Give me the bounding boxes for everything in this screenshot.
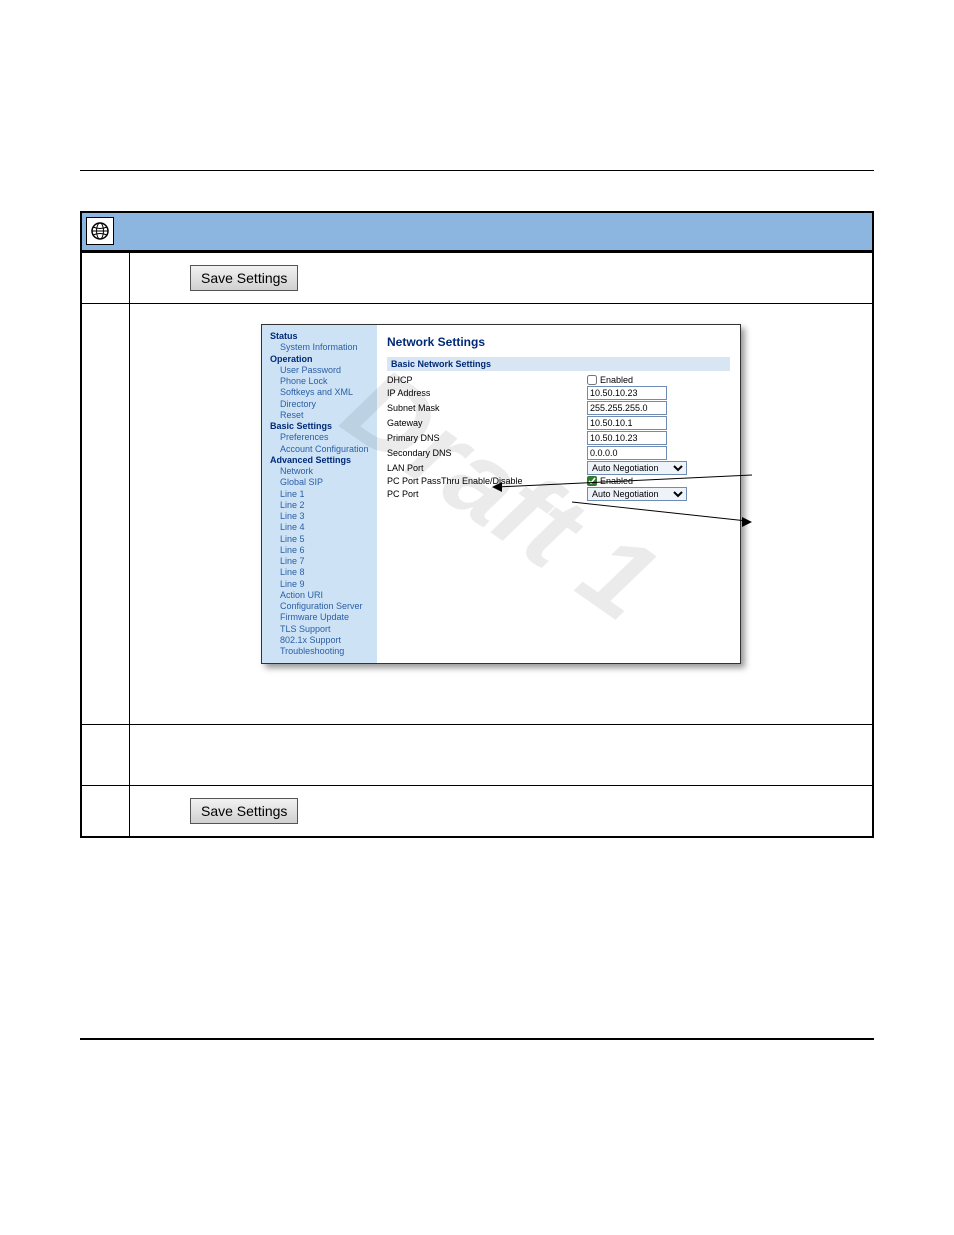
row-sdns: Secondary DNS	[387, 446, 730, 460]
save-button[interactable]: Save Settings	[190, 265, 298, 291]
sidebar-item-firmware-update[interactable]: Firmware Update	[270, 612, 373, 623]
sdns-label: Secondary DNS	[387, 448, 587, 458]
lan-select[interactable]: Auto Negotiation	[587, 461, 687, 475]
sidebar-item-8021x-support[interactable]: 802.1x Support	[270, 635, 373, 646]
lan-label: LAN Port	[387, 463, 587, 473]
sidebar-head-advanced: Advanced Settings	[270, 455, 373, 466]
steps-table: Save Settings Draft 1 Status System Info…	[80, 211, 874, 838]
dhcp-checkbox[interactable]	[587, 375, 597, 385]
sdns-input[interactable]	[587, 446, 667, 460]
sidebar-item-line-8[interactable]: Line 8	[270, 567, 373, 578]
content-pane: Network Settings Basic Network Settings …	[377, 325, 740, 663]
step-row: Save Settings	[82, 252, 872, 303]
row-ip: IP Address	[387, 386, 730, 400]
globe-icon	[86, 217, 114, 245]
sidebar-item-network[interactable]: Network	[270, 466, 373, 477]
sidebar-item-global-sip[interactable]: Global SIP	[270, 477, 373, 488]
sidebar-item-tls-support[interactable]: TLS Support	[270, 624, 373, 635]
pdns-input[interactable]	[587, 431, 667, 445]
gateway-input[interactable]	[587, 416, 667, 430]
admin-window: Draft 1 Status System Information Operat…	[261, 324, 741, 664]
row-dhcp: DHCP Enabled	[387, 375, 730, 385]
subsection-head: Basic Network Settings	[387, 357, 730, 371]
pcpass-enabled-label: Enabled	[600, 476, 633, 486]
row-pcpass: PC Port PassThru Enable/Disable Enabled	[387, 476, 730, 486]
sidebar-item-line-6[interactable]: Line 6	[270, 545, 373, 556]
subnet-label: Subnet Mask	[387, 403, 587, 413]
ip-input[interactable]	[587, 386, 667, 400]
subnet-input[interactable]	[587, 401, 667, 415]
sidebar-item-line-1[interactable]: Line 1	[270, 489, 373, 500]
pcpass-label: PC Port PassThru Enable/Disable	[387, 476, 587, 486]
row-lan: LAN Port Auto Negotiation	[387, 461, 730, 475]
sidebar-item-user-password[interactable]: User Password	[270, 365, 373, 376]
ip-label: IP Address	[387, 388, 587, 398]
header-bar	[82, 213, 872, 252]
sidebar-item-line-3[interactable]: Line 3	[270, 511, 373, 522]
dhcp-label: DHCP	[387, 375, 587, 385]
sidebar-item-preferences[interactable]: Preferences	[270, 432, 373, 443]
step-row: Draft 1 Status System Information Operat…	[82, 303, 872, 724]
sidebar-item-line-2[interactable]: Line 2	[270, 500, 373, 511]
save-button[interactable]: Save Settings	[190, 798, 298, 824]
sidebar-item-directory[interactable]: Directory	[270, 399, 373, 410]
step-row: Save Settings	[82, 785, 872, 836]
row-pcport: PC Port Auto Negotiation	[387, 487, 730, 501]
sidebar-item-reset[interactable]: Reset	[270, 410, 373, 421]
row-gateway: Gateway	[387, 416, 730, 430]
annotation-arrow-bottom	[572, 497, 752, 527]
pcport-label: PC Port	[387, 489, 587, 499]
row-pdns: Primary DNS	[387, 431, 730, 445]
sidebar-item-account-config[interactable]: Account Configuration	[270, 444, 373, 455]
pdns-label: Primary DNS	[387, 433, 587, 443]
sidebar-item-softkeys-xml[interactable]: Softkeys and XML	[270, 387, 373, 398]
sidebar-item-action-uri[interactable]: Action URI	[270, 590, 373, 601]
content-title: Network Settings	[387, 335, 730, 349]
sidebar-item-system-information[interactable]: System Information	[270, 342, 373, 353]
sidebar-item-troubleshooting[interactable]: Troubleshooting	[270, 646, 373, 657]
pcport-select[interactable]: Auto Negotiation	[587, 487, 687, 501]
sidebar-head-basic: Basic Settings	[270, 421, 373, 432]
gateway-label: Gateway	[387, 418, 587, 428]
sidebar-head-operation: Operation	[270, 354, 373, 365]
sidebar-item-line-4[interactable]: Line 4	[270, 522, 373, 533]
sidebar-head-status: Status	[270, 331, 373, 342]
pcpass-checkbox[interactable]	[587, 476, 597, 486]
sidebar-item-line-5[interactable]: Line 5	[270, 534, 373, 545]
sidebar-item-config-server[interactable]: Configuration Server	[270, 601, 373, 612]
sidebar-item-line-7[interactable]: Line 7	[270, 556, 373, 567]
sidebar: Status System Information Operation User…	[262, 325, 377, 663]
sidebar-item-line-9[interactable]: Line 9	[270, 579, 373, 590]
sidebar-item-phone-lock[interactable]: Phone Lock	[270, 376, 373, 387]
step-row	[82, 724, 872, 785]
dhcp-enabled-label: Enabled	[600, 375, 633, 385]
row-subnet: Subnet Mask	[387, 401, 730, 415]
